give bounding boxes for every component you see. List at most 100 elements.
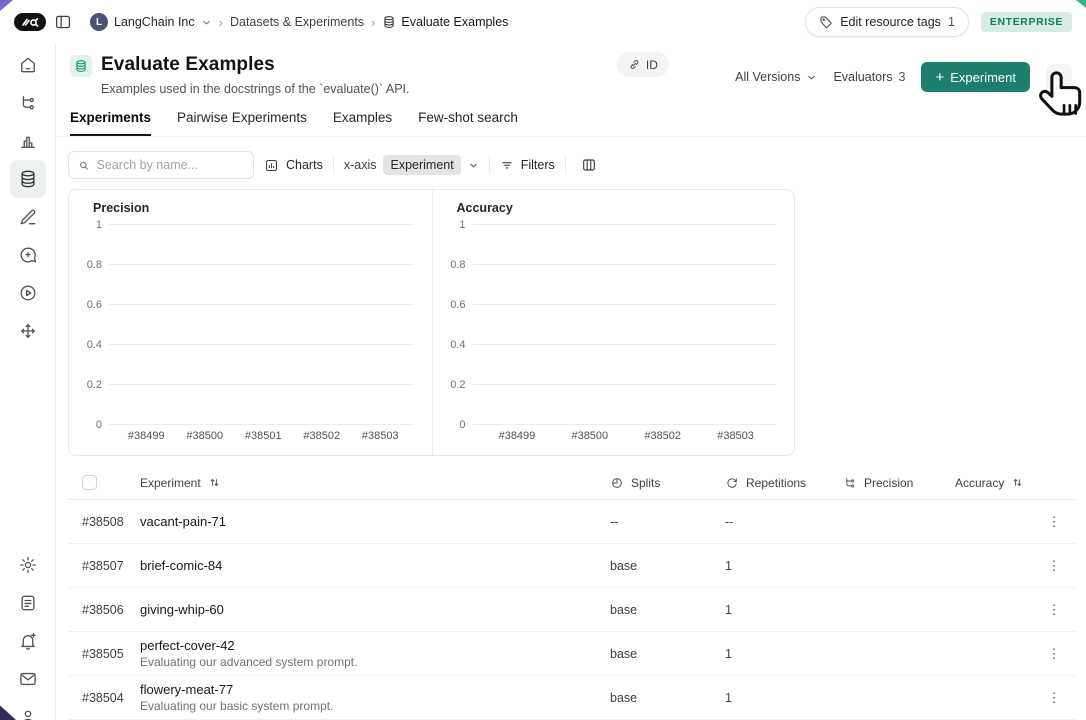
y-tick-label: 0.8 xyxy=(87,259,102,271)
column-header-experiment[interactable]: Experiment xyxy=(140,476,610,490)
repetitions-value: 1 xyxy=(725,603,843,617)
experiment-id: #38506 xyxy=(82,603,140,617)
column-header-accuracy[interactable]: Accuracy xyxy=(955,476,1033,490)
document-icon xyxy=(18,593,38,613)
sidebar-item-mail[interactable] xyxy=(10,660,46,698)
sidebar-item-monitoring[interactable] xyxy=(10,122,46,160)
experiment-id: #38504 xyxy=(82,691,140,705)
chevron-down-icon xyxy=(201,17,212,28)
tab-pairwise-experiments[interactable]: Pairwise Experiments xyxy=(177,110,307,136)
sidebar-item-deployments[interactable] xyxy=(10,312,46,350)
breadcrumb-page[interactable]: Evaluate Examples xyxy=(382,15,508,29)
experiment-name: giving-whip-60 xyxy=(140,602,610,617)
table-row[interactable]: #38504flowery-meat-77Evaluating our basi… xyxy=(68,676,1075,720)
table-row[interactable]: #38506giving-whip-60base1⋮ xyxy=(68,588,1075,632)
y-tick-label: 1 xyxy=(459,219,465,231)
column-header-splits[interactable]: Splits xyxy=(610,476,725,490)
toolbar-divider xyxy=(489,156,490,174)
row-kebab-menu-button[interactable]: ⋮ xyxy=(1041,641,1067,667)
x-axis-selector[interactable]: x-axis Experiment xyxy=(344,155,479,175)
sidebar-item-playground[interactable] xyxy=(10,274,46,312)
y-tick-label: 0.4 xyxy=(87,339,102,351)
repetitions-value: 1 xyxy=(725,691,843,705)
plus-icon: + xyxy=(935,69,944,86)
experiment-name-cell: perfect-cover-42 Evaluating our advanced … xyxy=(140,638,610,669)
edit-resource-tags-button[interactable]: Edit resource tags 1 xyxy=(805,7,969,37)
breadcrumb: L LangChain Inc › Datasets & Experiments… xyxy=(90,13,508,31)
tab-few-shot-search[interactable]: Few-shot search xyxy=(418,110,518,136)
sort-icon xyxy=(1011,476,1024,489)
breadcrumb-org[interactable]: L LangChain Inc xyxy=(90,13,212,31)
sidebar-item-settings[interactable] xyxy=(10,546,46,584)
search-box[interactable] xyxy=(68,151,254,179)
sidebar-item-datasets[interactable] xyxy=(10,160,46,198)
table-row[interactable]: #38508vacant-pain-71----⋮ xyxy=(68,500,1075,544)
columns-icon xyxy=(581,157,597,173)
message-plus-icon xyxy=(18,245,38,265)
row-kebab-menu-button[interactable]: ⋮ xyxy=(1041,685,1067,711)
x-tick-label: #38499 xyxy=(481,430,554,442)
columns-settings-button[interactable] xyxy=(576,152,602,178)
copy-id-button[interactable]: ID xyxy=(617,52,669,77)
experiment-id: #38505 xyxy=(82,647,140,661)
x-axis: #38499#38500#38502#38503 xyxy=(473,425,781,447)
column-header-precision[interactable]: Precision xyxy=(843,476,955,490)
column-header-repetitions[interactable]: Repetitions xyxy=(725,476,843,490)
search-input[interactable] xyxy=(97,158,244,172)
search-icon xyxy=(78,159,90,172)
chart-icon xyxy=(264,158,279,173)
select-all-checkbox[interactable] xyxy=(82,475,97,490)
table-row[interactable]: #38507brief-comic-84base1⋮ xyxy=(68,544,1075,588)
y-tick-label: 0.6 xyxy=(87,299,102,311)
repetitions-value: 1 xyxy=(725,559,843,573)
sidebar-item-docs[interactable] xyxy=(10,584,46,622)
evaluators-button[interactable]: Evaluators 3 xyxy=(833,70,905,84)
dataset-header: Evaluate Examples ID Examples used in th… xyxy=(56,44,1086,96)
repetitions-value: 1 xyxy=(725,647,843,661)
chart-title: Accuracy xyxy=(457,201,781,215)
sidebar-item-account[interactable] xyxy=(10,698,46,720)
sidebar-item-annotation[interactable] xyxy=(10,198,46,236)
sidebar-item-notifications[interactable] xyxy=(10,622,46,660)
tab-examples[interactable]: Examples xyxy=(333,110,392,136)
experiment-description: Evaluating our advanced system prompt. xyxy=(140,655,610,669)
sidebar-item-tracing[interactable] xyxy=(10,84,46,122)
mail-icon xyxy=(18,669,38,689)
breadcrumb-separator: › xyxy=(219,15,223,30)
row-kebab-menu-button[interactable]: ⋮ xyxy=(1041,553,1067,579)
sidebar-item-prompts[interactable] xyxy=(10,236,46,274)
filters-button[interactable]: Filters xyxy=(500,158,555,172)
bell-plus-icon xyxy=(18,631,38,651)
sidebar-item-home[interactable] xyxy=(10,46,46,84)
row-kebab-menu-button[interactable]: ⋮ xyxy=(1041,597,1067,623)
dataset-icon xyxy=(70,55,92,77)
home-icon xyxy=(18,55,38,75)
evaluator-icon xyxy=(843,476,857,490)
y-axis: 00.20.40.60.81 xyxy=(443,225,473,425)
chart-title: Precision xyxy=(93,201,418,215)
splits-value: base xyxy=(610,559,725,573)
experiment-name: brief-comic-84 xyxy=(140,558,610,573)
tab-experiments[interactable]: Experiments xyxy=(70,110,151,136)
x-tick-label: #38500 xyxy=(553,430,626,442)
x-tick-label: #38502 xyxy=(626,430,699,442)
experiment-name-cell: giving-whip-60 xyxy=(140,602,610,617)
langsmith-logo-icon[interactable] xyxy=(14,13,46,31)
charts-toggle-button[interactable]: Charts xyxy=(264,158,323,173)
langsmith-app: L LangChain Inc › Datasets & Experiments… xyxy=(0,0,1086,720)
row-kebab-menu-button[interactable]: ⋮ xyxy=(1041,509,1067,535)
sidebar-toggle-icon[interactable] xyxy=(54,13,72,31)
toolbar-divider xyxy=(565,156,566,174)
breadcrumb-section[interactable]: Datasets & Experiments xyxy=(230,15,364,29)
tab-bar: Experiments Pairwise Experiments Example… xyxy=(56,96,1086,137)
versions-dropdown[interactable]: All Versions xyxy=(735,70,817,84)
bar-chart-icon xyxy=(18,131,38,151)
user-icon xyxy=(18,707,38,720)
experiment-name: perfect-cover-42 xyxy=(140,638,610,653)
header-kebab-menu-button[interactable]: ⋮ xyxy=(1046,64,1072,90)
repetitions-value: -- xyxy=(725,515,843,529)
new-experiment-button[interactable]: + Experiment xyxy=(921,62,1030,92)
tags-count: 1 xyxy=(948,15,955,29)
experiments-table: Experiment Splits Repetitions Precision … xyxy=(68,466,1075,720)
table-row[interactable]: #38505perfect-cover-42 Evaluating our adv… xyxy=(68,632,1075,676)
